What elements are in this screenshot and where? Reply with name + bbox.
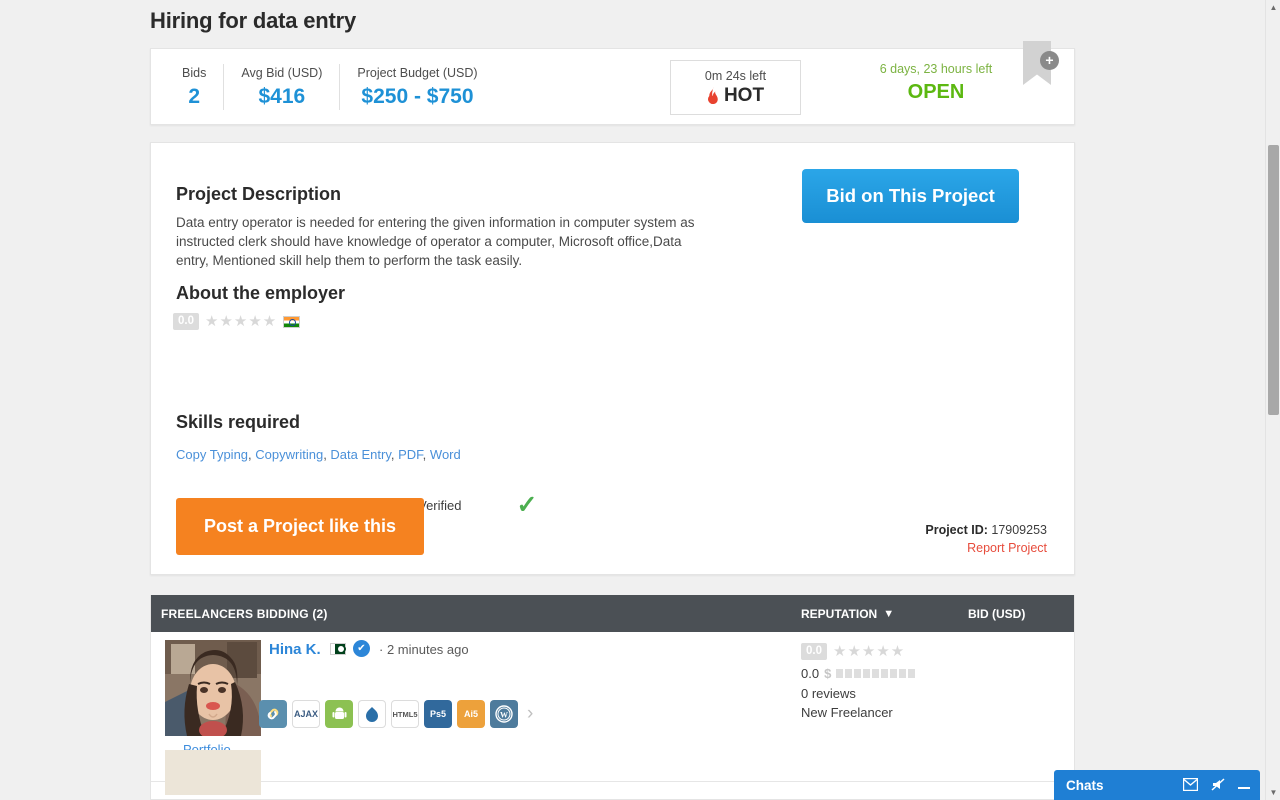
skill-link[interactable]: Data Entry [330, 447, 390, 462]
hot-badge-box: 0m 24s left HOT [670, 60, 801, 115]
stat-project-budget: Project Budget (USD) $250 - $750 [340, 64, 494, 110]
stat-label: Bids [182, 65, 207, 80]
stat-bids: Bids 2 [165, 63, 225, 110]
wordpress-badge-icon[interactable]: W [490, 700, 518, 728]
chevron-down-icon: ▼ [883, 607, 895, 620]
pakistan-flag-icon [330, 643, 346, 655]
new-message-icon[interactable] [1182, 777, 1199, 793]
chevron-right-icon[interactable]: › [527, 703, 533, 725]
dollar-icon: $ [824, 666, 832, 681]
employer-stars: ★★★★★ [205, 313, 278, 330]
skill-link[interactable]: Copy Typing [176, 447, 248, 462]
avatar[interactable] [165, 640, 261, 736]
link-badge-icon[interactable] [259, 700, 287, 728]
page-title: Hiring for data entry [150, 8, 357, 33]
hot-label: HOT [723, 84, 765, 106]
project-description-body: Data entry operator is needed for enteri… [176, 215, 695, 268]
bidder-rating-chip: 0.0 [801, 643, 827, 660]
stat-value: 2 [188, 84, 200, 108]
skill-badges: AJAX HTML5 Ps5 Ai5 W › [259, 700, 533, 728]
bid-on-project-button[interactable]: Bid on This Project [802, 169, 1019, 223]
html5-badge-icon[interactable]: HTML5 [391, 700, 419, 728]
bidder-score: 0.0 [801, 666, 820, 681]
bidder-reviews-count: 0 reviews [801, 686, 856, 701]
skills-list: Copy Typing, Copywriting, Data Entry, PD… [176, 447, 461, 462]
scrollbar-thumb[interactable] [1268, 145, 1279, 415]
employer-rating-chip: 0.0 [173, 313, 199, 330]
skill-link[interactable]: PDF [398, 447, 423, 462]
reputation-stars-row: 0.0 ★★★★★ [801, 643, 915, 660]
ajax-badge-icon[interactable]: AJAX [292, 700, 320, 728]
bookmark-plus: + [1040, 51, 1059, 70]
stat-label: Avg Bid (USD) [241, 65, 323, 80]
bid-column-header: BID (USD) [968, 606, 1026, 621]
about-employer-heading: About the employer [176, 283, 346, 303]
skill-link[interactable]: Word [430, 447, 461, 462]
svg-text:W: W [500, 711, 508, 720]
project-id: Project ID: 17909253 [925, 523, 1047, 537]
project-status-box: 6 days, 23 hours left OPEN [841, 62, 1031, 104]
scroll-up-icon[interactable]: ▲ [1266, 0, 1280, 15]
stat-avg-bid: Avg Bid (USD) $416 [224, 63, 341, 110]
employer-rating-row: 0.0 ★★★★★ [173, 313, 301, 330]
sort-by-reputation[interactable]: REPUTATION ▼ [801, 607, 894, 621]
project-stats-card: Bids 2 Avg Bid (USD) $416 Project Budget… [150, 41, 1075, 125]
report-project-link[interactable]: Report Project [967, 541, 1047, 555]
avatar-image [165, 640, 261, 736]
project-id-value: 17909253 [991, 523, 1047, 537]
bidders-header: FREELANCERS BIDDING (2) REPUTATION ▼ BID… [151, 595, 1074, 632]
skill-link[interactable]: Copywriting [255, 447, 323, 462]
hot-time-left: 0m 24s left [704, 68, 767, 83]
chats-bar[interactable]: Chats [1054, 770, 1260, 800]
project-page: Hiring for data entry Bids 2 Avg Bid (US… [0, 0, 1280, 800]
verified-badge-icon: ✔ [353, 640, 370, 657]
post-similar-project-button[interactable]: Post a Project like this [176, 498, 424, 555]
bidders-title: FREELANCERS BIDDING (2) [161, 606, 328, 621]
stats-group: Bids 2 Avg Bid (USD) $416 Project Budget… [151, 63, 495, 110]
scrollbar[interactable]: ▲ ▼ [1265, 0, 1280, 800]
project-description-heading: Project Description [176, 184, 342, 204]
next-row-avatar-peek [165, 750, 261, 795]
illustrator-badge-icon[interactable]: Ai5 [457, 700, 485, 728]
bidder-stars: ★★★★★ [833, 643, 906, 660]
bookmark-add-icon[interactable]: + [1023, 41, 1059, 89]
project-description-card: Project Description Data entry operator … [150, 142, 1075, 575]
earnings-segments [836, 669, 916, 678]
stat-label: Project Budget (USD) [357, 65, 478, 80]
status-time-left: 6 days, 23 hours left [879, 62, 993, 76]
earnings-row: 0.0 $ [801, 666, 916, 681]
stat-value: $416 [258, 84, 306, 108]
bid-timestamp: · 2 minutes ago [379, 642, 469, 657]
chats-label: Chats [1066, 777, 1104, 793]
stat-value: $250 - $750 [361, 84, 474, 108]
hot-row: HOT [707, 85, 764, 107]
india-flag-icon [283, 315, 301, 328]
drupal-badge-icon[interactable] [358, 700, 386, 728]
reputation-label: REPUTATION [801, 606, 878, 621]
minimize-icon[interactable] [1238, 779, 1250, 792]
mute-icon[interactable] [1211, 777, 1225, 793]
freelancers-bidding-panel: FREELANCERS BIDDING (2) REPUTATION ▼ BID… [150, 595, 1075, 800]
reputation-block: 0.0 ★★★★★ 0.0 $ 0 reviews New Freelancer [801, 643, 916, 720]
android-badge-icon[interactable] [325, 700, 353, 728]
table-row: Portfolio Hina K. ✔ · 2 minutes ago AJAX… [151, 632, 1074, 782]
bidder-name-link[interactable]: Hina K. [269, 641, 321, 658]
flame-icon [708, 87, 718, 104]
project-id-label: Project ID: [925, 523, 988, 537]
photoshop-badge-icon[interactable]: Ps5 [424, 700, 452, 728]
scroll-down-icon[interactable]: ▼ [1266, 785, 1280, 800]
status-badge: OPEN [907, 81, 965, 103]
check-icon: ✓ [516, 491, 538, 519]
bidder-status: New Freelancer [801, 705, 893, 720]
chats-icon-group [1182, 777, 1250, 793]
skills-required-heading: Skills required [176, 412, 301, 432]
